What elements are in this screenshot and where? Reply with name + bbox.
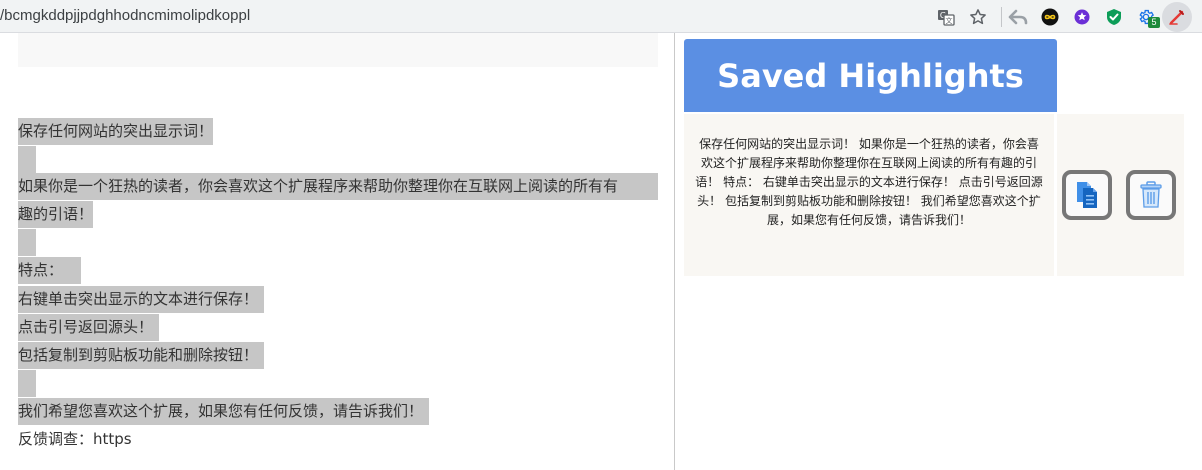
infinity-icon[interactable] <box>1038 5 1062 29</box>
address-bar-url[interactable]: /bcmgkddpjjpdghhodncmimolipdkoppl <box>0 7 250 24</box>
svg-text:文: 文 <box>946 16 953 25</box>
highlight-blank <box>18 229 36 256</box>
toolbar-separator <box>1001 7 1002 27</box>
highlight-line: 特点： <box>18 257 82 284</box>
popup-title: Saved Highlights <box>717 56 1024 95</box>
highlight-line: 右键单击突出显示的文本进行保存！ <box>18 286 265 313</box>
extension-badge: 5 <box>1148 17 1160 28</box>
browser-toolbar: /bcmgkddpjjpdghhodncmimolipdkoppl G 文 5 <box>0 0 1202 33</box>
highlight-line: 包括复制到剪贴板功能和删除按钮！ <box>18 342 265 369</box>
feedback-text: 反馈调查：https <box>18 430 132 448</box>
highlight-blank <box>18 146 36 173</box>
copy-button[interactable] <box>1062 170 1112 220</box>
highlight-line: 如果你是一个狂热的读者，你会喜欢这个扩展程序来帮助你整理你在互联网上阅读的所有有 <box>18 173 658 200</box>
translate-icon[interactable]: G 文 <box>934 5 958 29</box>
highlight-actions-cell <box>1057 114 1184 276</box>
highlight-text-cell[interactable]: 保存任何网站的突出显示词！ 如果你是一个狂热的读者，你会喜欢这个扩展程序来帮助你… <box>684 114 1054 276</box>
saved-highlights-popup: Saved Highlights 保存任何网站的突出显示词！ 如果你是一个狂热的… <box>674 33 1202 470</box>
page-top-band <box>18 33 658 67</box>
highlight-line: 保存任何网站的突出显示词！ <box>18 118 214 145</box>
highlight-line: 趣的引语！ <box>18 201 94 228</box>
trash-icon <box>1140 181 1162 208</box>
highlight-line: 点击引号返回源头！ <box>18 314 160 341</box>
highlighter-icon[interactable] <box>1165 5 1189 29</box>
highlight-blank <box>18 370 36 397</box>
delete-button[interactable] <box>1126 170 1176 220</box>
back-arrow-icon[interactable] <box>1006 5 1030 29</box>
highlight-line: 我们希望您喜欢这个扩展，如果您有任何反馈，请告诉我们！ <box>18 398 430 425</box>
copy-icon <box>1077 182 1097 208</box>
shield-check-icon[interactable] <box>1102 5 1126 29</box>
star-icon[interactable] <box>966 5 990 29</box>
purple-star-icon[interactable] <box>1070 5 1094 29</box>
popup-header: Saved Highlights <box>684 39 1057 112</box>
highlight-text: 保存任何网站的突出显示词！ 如果你是一个狂热的读者，你会喜欢这个扩展程序来帮助你… <box>695 137 1043 227</box>
